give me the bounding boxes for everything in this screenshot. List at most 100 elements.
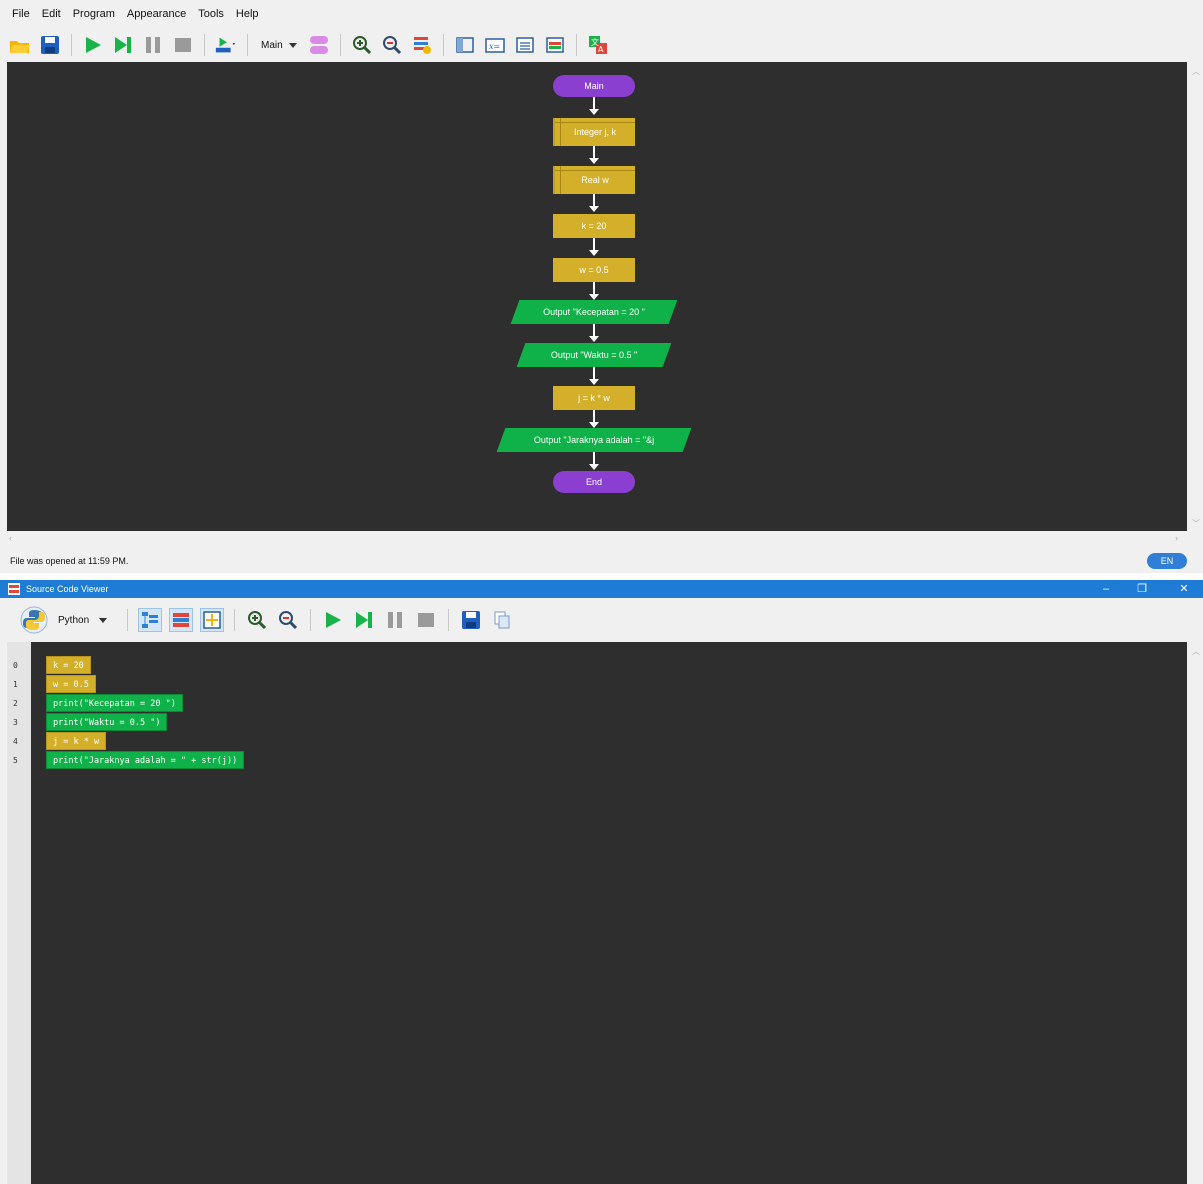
pause-icon[interactable] <box>383 608 407 632</box>
stop-icon[interactable] <box>171 33 195 57</box>
flow-arrow <box>589 410 599 428</box>
minimize-button[interactable]: – <box>1098 582 1114 596</box>
code-line[interactable]: k = 20 <box>46 656 91 674</box>
svg-text:x=: x= <box>489 42 500 51</box>
flowchart-start-terminal[interactable]: Main <box>553 75 635 97</box>
flowchart-vertical-scrollbar[interactable]: ︿ ﹀ <box>1187 62 1203 531</box>
zoom-in-icon[interactable] <box>350 33 374 57</box>
menu-appearance[interactable]: Appearance <box>121 6 192 26</box>
code-line[interactable]: print("Waktu = 0.5 ") <box>46 713 168 731</box>
code-line[interactable]: print("Jaraknya adalah = " + str(j)) <box>46 751 245 769</box>
scroll-up-icon[interactable]: ︿ <box>1192 646 1200 657</box>
flow-arrow <box>589 97 599 115</box>
highlight-lines-icon[interactable] <box>169 608 194 632</box>
flow-arrow <box>589 238 599 256</box>
flow-arrow <box>589 146 599 164</box>
line-number: 0 <box>13 661 18 670</box>
flow-arrow <box>589 324 599 342</box>
assign-block-w[interactable]: w = 0.5 <box>553 258 635 282</box>
svg-text:A: A <box>598 45 604 54</box>
toolbar-separator <box>234 609 236 631</box>
start-label: Main <box>584 81 604 91</box>
language-badge[interactable]: EN <box>1147 553 1187 569</box>
menu-edit[interactable]: Edit <box>36 6 67 26</box>
translate-icon[interactable]: 文A <box>586 33 610 57</box>
toolbar-separator <box>448 609 450 631</box>
menu-program[interactable]: Program <box>67 6 121 26</box>
restore-button[interactable]: ❐ <box>1134 582 1150 596</box>
toolbar-separator <box>442 34 444 56</box>
save-icon[interactable] <box>38 33 62 57</box>
layout-window-icon[interactable] <box>453 33 477 57</box>
run-icon[interactable] <box>321 608 345 632</box>
console-icon[interactable] <box>513 33 537 57</box>
assign-block-k[interactable]: k = 20 <box>553 214 635 238</box>
scroll-left-icon[interactable]: ‹ <box>9 533 12 543</box>
layout-icon[interactable] <box>410 33 434 57</box>
scroll-down-icon[interactable]: ﹀ <box>1192 518 1200 529</box>
scroll-right-icon[interactable]: › <box>1175 533 1178 543</box>
manage-functions-icon[interactable] <box>307 33 331 57</box>
line-number: 3 <box>13 718 18 727</box>
line-number: 2 <box>13 699 18 708</box>
output-block-jarak[interactable]: Output "Jaraknya adalah = "&j <box>496 428 692 452</box>
code-line[interactable]: j = k * w <box>46 732 107 750</box>
open-folder-icon[interactable] <box>8 33 32 57</box>
language-selector[interactable]: Python <box>20 606 108 634</box>
status-bar: File was opened at 11:59 PM. <box>0 550 1203 572</box>
flow-arrow <box>589 282 599 300</box>
toolbar-separator <box>247 34 248 56</box>
copy-icon[interactable] <box>490 608 514 632</box>
function-dropdown[interactable]: Main <box>257 40 301 51</box>
fit-view-icon[interactable] <box>200 608 225 632</box>
declare-label: Integer j, k <box>573 127 617 137</box>
chevron-down-icon <box>99 617 108 623</box>
function-dropdown-value: Main <box>261 39 283 51</box>
assign-label: j = k * w <box>578 393 610 403</box>
toolbar-separator <box>204 34 205 56</box>
menu-file[interactable]: File <box>6 6 36 26</box>
output-block-waktu[interactable]: Output "Waktu = 0.5 " <box>516 343 672 367</box>
source-code-icon[interactable] <box>543 33 567 57</box>
source-vertical-scrollbar[interactable]: ︿ <box>1187 642 1203 1184</box>
declare-label: Real w <box>581 175 609 185</box>
source-viewer-toolbar: Python <box>20 604 514 636</box>
save-icon[interactable] <box>459 608 483 632</box>
end-label: End <box>585 477 602 487</box>
flowchart-canvas[interactable]: Main Integer j, k Real w k = 20 w = 0.5 … <box>7 62 1187 531</box>
run-icon[interactable] <box>81 33 105 57</box>
declare-block-integer[interactable]: Integer j, k <box>553 118 635 146</box>
close-button[interactable]: ✕ <box>1176 582 1192 596</box>
python-logo-icon <box>20 606 48 634</box>
code-line[interactable]: w = 0.5 <box>46 675 96 693</box>
code-line[interactable]: print("Kecepatan = 20 ") <box>46 694 183 712</box>
declare-block-real[interactable]: Real w <box>553 166 635 194</box>
assign-block-j[interactable]: j = k * w <box>553 386 635 410</box>
line-number: 5 <box>13 756 18 765</box>
line-number-gutter: 0 1 2 3 4 5 <box>7 642 31 1184</box>
window-titlebar[interactable]: Source Code Viewer – ❐ ✕ <box>0 580 1203 598</box>
main-toolbar: Main x= 文A <box>8 30 610 60</box>
output-label: Output "Waktu = 0.5 " <box>550 350 638 360</box>
speed-icon[interactable] <box>214 33 238 57</box>
step-icon[interactable] <box>111 33 135 57</box>
stop-icon[interactable] <box>414 608 438 632</box>
flow-arrow <box>589 452 599 470</box>
menu-help[interactable]: Help <box>230 6 265 26</box>
source-code-area[interactable]: k = 20 w = 0.5 print("Kecepatan = 20 ") … <box>31 642 1187 1184</box>
flow-arrow <box>589 194 599 212</box>
menu-tools[interactable]: Tools <box>192 6 230 26</box>
show-tree-icon[interactable] <box>138 608 163 632</box>
variable-watch-icon[interactable]: x= <box>483 33 507 57</box>
zoom-out-icon[interactable] <box>276 608 300 632</box>
zoom-in-icon[interactable] <box>245 608 269 632</box>
flowchart-end-terminal[interactable]: End <box>553 471 635 493</box>
flowgorithm-main-window: File Edit Program Appearance Tools Help <box>0 0 1203 573</box>
pause-icon[interactable] <box>141 33 165 57</box>
line-number: 4 <box>13 737 18 746</box>
step-icon[interactable] <box>352 608 376 632</box>
flowchart-horizontal-scrollbar[interactable]: ‹ › <box>7 531 1187 547</box>
output-block-kecepatan[interactable]: Output "Kecepatan = 20 " <box>510 300 678 324</box>
zoom-out-icon[interactable] <box>380 33 404 57</box>
scroll-up-icon[interactable]: ︿ <box>1192 66 1200 77</box>
